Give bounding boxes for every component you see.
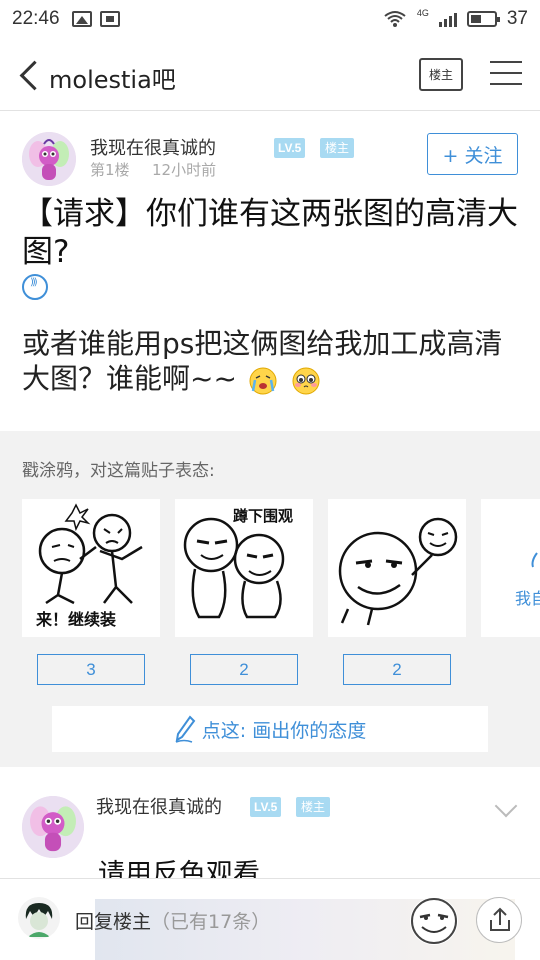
pencil-icon bbox=[531, 552, 538, 568]
pleading-emoji-icon bbox=[292, 367, 320, 395]
voice-icon[interactable] bbox=[22, 274, 48, 300]
status-time: 22:46 bbox=[12, 8, 60, 29]
graffiti-label: 戳涂鸦，对这篇贴子表态: bbox=[22, 461, 215, 481]
troll-face-icon bbox=[411, 898, 457, 944]
emoji-button[interactable] bbox=[410, 897, 458, 945]
graffiti-caption-2: 蹲下围观 bbox=[233, 507, 293, 525]
battery-icon bbox=[466, 11, 500, 27]
post-author-name[interactable]: 我现在很真诚的 bbox=[90, 134, 216, 160]
stickman-squat-image: 蹲下围观 bbox=[183, 507, 293, 619]
menu-icon[interactable] bbox=[490, 59, 522, 87]
post-body: 或者谁能用ps把这俩图给我加工成高清大图？谁能啊~~ bbox=[22, 326, 522, 396]
follow-button[interactable]: + 关注 bbox=[427, 133, 518, 175]
post-title: 【请求】你们谁有这两张图的高清大图? bbox=[22, 196, 518, 270]
draw-attitude-button[interactable]: 点这: 画出你的态度 bbox=[52, 706, 488, 752]
graffiti-card-1[interactable]: 来！继续装 bbox=[22, 499, 160, 637]
bottom-reply-bar: 回复楼主（已有17条） bbox=[0, 878, 540, 960]
graffiti-card-2[interactable]: 蹲下围观 bbox=[175, 499, 313, 637]
top-header: molestia吧 楼主 bbox=[0, 38, 540, 111]
graffiti-count-1[interactable]: 3 bbox=[37, 654, 145, 685]
graffiti-caption-1: 来！继续装 bbox=[35, 610, 116, 629]
graffiti-card-3[interactable] bbox=[328, 499, 466, 637]
stickman-push-image: 来！继续装 bbox=[35, 503, 143, 629]
reply-author-name[interactable]: 我现在很真诚的 bbox=[96, 793, 222, 819]
graffiti-count-2[interactable]: 2 bbox=[190, 654, 298, 685]
share-icon bbox=[490, 907, 510, 931]
status-bar: 22:46 4G 37 bbox=[0, 0, 540, 38]
follow-label: + 关注 bbox=[442, 144, 503, 167]
reply-input-label: 回复楼主 bbox=[75, 911, 152, 933]
pencil-icon bbox=[175, 715, 196, 743]
crying-emoji-icon bbox=[249, 367, 277, 395]
graffiti-section: 戳涂鸦，对这篇贴子表态: 来！继续装 蹲下围观 我自 3 2 2 点这: 画出你… bbox=[0, 431, 540, 767]
share-button[interactable] bbox=[476, 897, 522, 943]
reply-avatar[interactable] bbox=[22, 796, 84, 858]
back-button[interactable] bbox=[18, 60, 40, 90]
wifi-icon bbox=[384, 11, 406, 27]
host-badge: 楼主 bbox=[320, 138, 355, 158]
gallery-icon bbox=[71, 11, 92, 27]
reply-level-badge: LV.5 bbox=[250, 797, 282, 817]
chevron-down-icon[interactable] bbox=[494, 794, 518, 818]
graffiti-count-3[interactable]: 2 bbox=[343, 654, 451, 685]
reply-host-badge: 楼主 bbox=[296, 797, 331, 817]
app-notification-icon bbox=[99, 11, 120, 27]
level-badge: LV.5 bbox=[274, 138, 306, 158]
user-avatar[interactable] bbox=[18, 897, 60, 939]
post-floor: 第1楼 bbox=[90, 161, 130, 179]
graffiti-card-4[interactable]: 我自 bbox=[481, 499, 540, 637]
post-time: 12小时前 bbox=[152, 161, 217, 179]
network-type: 4G bbox=[416, 8, 429, 18]
reply-count: （已有17条） bbox=[151, 911, 271, 933]
only-host-button[interactable]: 楼主 bbox=[419, 58, 463, 91]
create-graffiti-label: 我自 bbox=[515, 589, 540, 608]
signal-icon bbox=[438, 11, 457, 27]
avatar[interactable] bbox=[22, 132, 76, 186]
stickman-hold-head-image bbox=[338, 517, 458, 626]
reply-input[interactable]: 回复楼主（已有17条） bbox=[75, 907, 270, 934]
page-title: molestia吧 bbox=[49, 66, 176, 94]
draw-attitude-label: 点这: 画出你的态度 bbox=[201, 719, 367, 742]
battery-level: 37 bbox=[506, 8, 528, 29]
